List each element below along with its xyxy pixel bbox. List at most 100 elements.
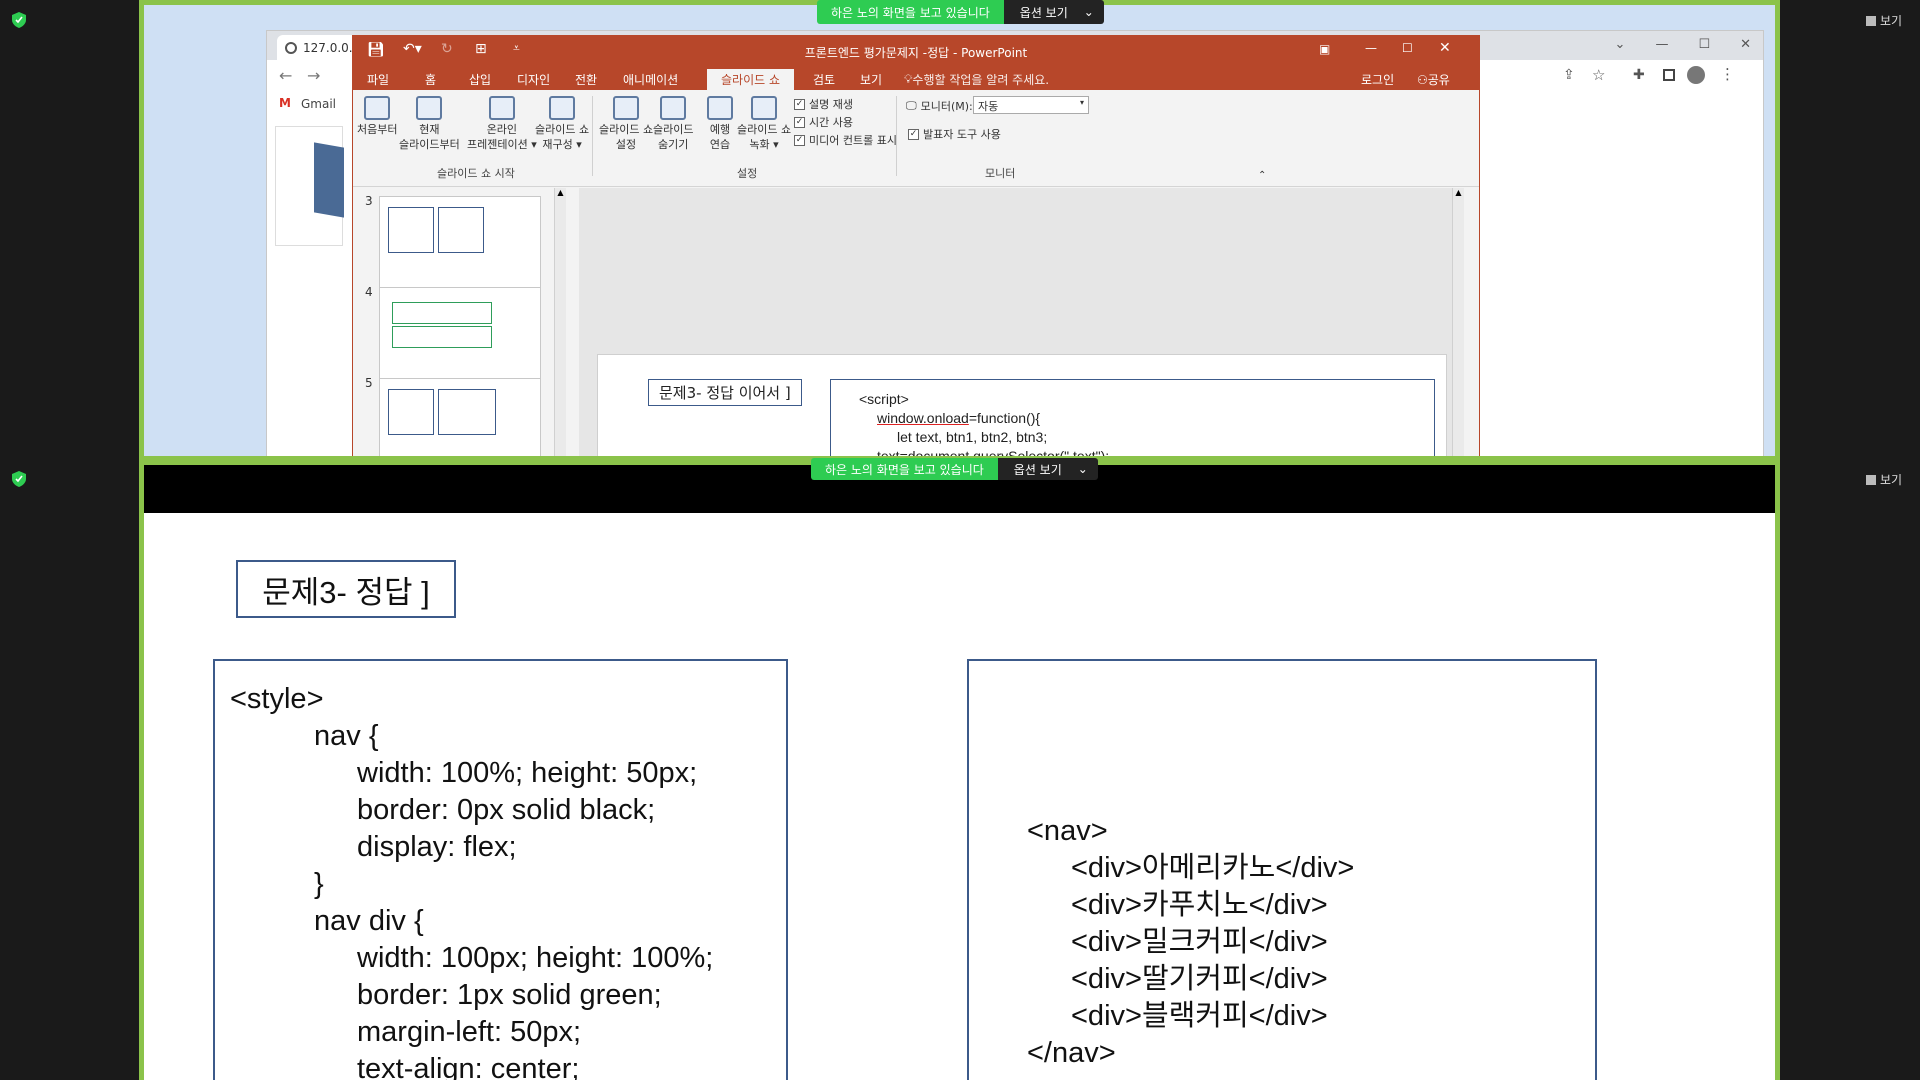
group-label-start: 슬라이드 쇼 시작 (437, 167, 515, 180)
slide-code-box: <script> window.onload=function(){ let t… (830, 379, 1435, 456)
slide-title-box: 문제3- 정답 이어서 ] (648, 379, 802, 406)
code-line: <div>카푸치노</div> (1071, 889, 1328, 921)
ribbon-label: 설정 (615, 138, 637, 151)
back-icon[interactable]: ← (279, 66, 292, 85)
options-button[interactable]: 옵션 보기 ⌄ (1003, 0, 1104, 24)
slide-canvas[interactable]: 문제3- 정답 이어서 ] <script> window.onload=fun… (597, 354, 1447, 456)
nav-code-box: <nav> <div>아메리카노</div> <div>카푸치노</div> <… (967, 659, 1597, 1080)
window-controls: ⌄ — ☐ ✕ (1615, 37, 1751, 52)
powerpoint-window: 💾︎ ↶▾ ↻ ⊞ ⩡ 프론트엔드 평가문제지 -정답 - PowerPoint… (352, 35, 1480, 456)
presenter-view-checkbox[interactable]: ✓ 발표자 도구 사용 (908, 126, 1001, 142)
options-button[interactable]: 옵션 보기 ⌄ (997, 458, 1098, 480)
current-slide-icon (416, 96, 443, 120)
rehearse-button[interactable]: 예행 연습 (707, 96, 733, 152)
code-line: text-align: center; (357, 1053, 580, 1080)
slide-thumbnail[interactable] (379, 287, 541, 379)
login-link[interactable]: 로그인 (1355, 69, 1400, 90)
ppt-minimize-button[interactable]: — (1365, 41, 1377, 55)
view-button[interactable]: 보기 (1866, 12, 1902, 29)
close-button[interactable]: ✕ (1740, 37, 1751, 52)
tab-review[interactable]: 검토 (807, 69, 841, 90)
ribbon-display-icon[interactable]: ▣ (1319, 42, 1330, 56)
bookmark-gmail[interactable]: Gmail (301, 97, 336, 111)
monitor-icon: 🖵︎ (906, 99, 917, 112)
lightbulb-icon: 💡︎ (904, 72, 913, 86)
extensions-icon[interactable]: ✚ (1633, 67, 1645, 83)
profile-icon[interactable] (1687, 66, 1705, 84)
code-line: <div>블랙커피</div> (1071, 1000, 1328, 1032)
thumb-box (438, 389, 496, 435)
online-present-button[interactable]: 온라인 프레젠테이션 ▾ (467, 96, 537, 152)
tell-me-box[interactable]: 💡︎ 수행할 작업을 알려 주세요. (898, 69, 1055, 90)
ribbon-label: 녹화 ▾ (749, 138, 779, 151)
group-divider (592, 96, 593, 176)
tab-design[interactable]: 디자인 (511, 69, 556, 90)
from-beginning-button[interactable]: 처음부터 (357, 96, 397, 137)
hide-slide-button[interactable]: 슬라이드 숨기기 (653, 96, 693, 152)
code-line: border: 1px solid green; (357, 979, 662, 1011)
view-label: 보기 (1880, 14, 1903, 28)
star-icon[interactable]: ☆ (1592, 66, 1605, 84)
collapse-ribbon-icon[interactable]: ⌃ (1258, 170, 1266, 181)
code-line: nav div { (314, 905, 424, 937)
editor-scrollbar[interactable]: ▲ (1452, 188, 1464, 456)
thumb-box (392, 326, 492, 348)
ribbon-label: 처음부터 (357, 123, 398, 136)
ribbon-label: 슬라이드 쇼 (599, 123, 654, 136)
from-current-button[interactable]: 현재 슬라이드부터 (399, 96, 460, 152)
page-image-card (275, 126, 344, 246)
tab-insert[interactable]: 삽입 (463, 69, 497, 90)
monitor-select[interactable]: 자동 ▾ (973, 96, 1089, 114)
scroll-up-icon[interactable]: ▲ (555, 188, 566, 197)
thumbnails-scrollbar[interactable]: ▲ (554, 188, 566, 456)
play-slide-icon (364, 96, 391, 120)
forward-icon[interactable]: → (307, 66, 320, 85)
view-button[interactable]: 보기 (1866, 471, 1902, 488)
group-label-setup: 설정 (737, 167, 758, 180)
tab-home[interactable]: 홈 (419, 69, 442, 90)
ribbon-label: 슬라이드 쇼 (535, 123, 590, 136)
tab-file[interactable]: 파일 (361, 69, 395, 90)
tab-animations[interactable]: 애니메이션 (617, 69, 684, 90)
slide-thumbnail[interactable] (379, 196, 541, 288)
gmail-icon: M (279, 96, 291, 110)
media-controls-checkbox[interactable]: ✓ 미디어 컨트롤 표시 (794, 132, 897, 148)
tab-transitions[interactable]: 전환 (569, 69, 603, 90)
play-narrations-checkbox[interactable]: ✓ 설명 재생 (794, 96, 853, 112)
custom-show-button[interactable]: 슬라이드 쇼 재구성 ▾ (535, 96, 589, 152)
browser-tab[interactable]: 127.0.0. (277, 35, 357, 60)
setup-show-button[interactable]: 슬라이드 쇼설정 (599, 96, 653, 152)
maximize-button[interactable]: ☐ (1698, 37, 1710, 52)
code-line: } (314, 868, 324, 900)
tab-slideshow[interactable]: 슬라이드 쇼 (707, 69, 795, 90)
slide-thumbnail[interactable] (379, 378, 541, 456)
ribbon-label: 슬라이드 (653, 123, 694, 136)
sidepanel-icon[interactable] (1663, 69, 1675, 81)
checkbox-checked: ✓ (794, 134, 805, 146)
use-timings-checkbox[interactable]: ✓ 시간 사용 (794, 114, 853, 130)
group-label-monitor: 모니터 (985, 167, 1016, 180)
checkbox-label: 설명 재생 (809, 98, 853, 111)
ppt-close-button[interactable]: ✕ (1439, 40, 1451, 56)
tab-view[interactable]: 보기 (854, 69, 888, 90)
share-page-icon[interactable]: ⇪ (1563, 67, 1575, 83)
code-line: border: 0px solid black; (357, 794, 656, 826)
options-label: 옵션 보기 (1019, 5, 1068, 20)
code-line: <div>밀크커피</div> (1071, 926, 1328, 958)
minimize-button[interactable]: — (1655, 37, 1668, 52)
record-show-button[interactable]: 슬라이드 쇼녹화 ▾ (737, 96, 791, 152)
code-line: width: 100px; height: 100%; (357, 942, 714, 974)
screen-share-notice: 하은 노의 화면을 보고 있습니다 옵션 보기 ⌄ (817, 0, 1104, 24)
ppt-maximize-button[interactable]: ☐ (1402, 41, 1413, 55)
share-button[interactable]: ⚇ 공유 (1411, 69, 1456, 90)
code-line: <nav> (1027, 815, 1108, 847)
thumbnail-number: 5 (365, 376, 373, 390)
code-line: <div>딸기커피</div> (1071, 963, 1328, 995)
scroll-up-icon[interactable]: ▲ (1453, 188, 1464, 197)
ribbon: 처음부터 현재 슬라이드부터 온라인 프레젠테이션 ▾ 슬라이드 쇼 재구성 ▾ 슬라… (353, 90, 1479, 187)
tab-search-icon[interactable]: ⌄ (1615, 37, 1626, 52)
checkbox-label: 미디어 컨트롤 표시 (809, 134, 897, 147)
ribbon-label: 슬라이드 쇼 (737, 123, 792, 136)
menu-icon[interactable]: ⋮ (1720, 65, 1735, 83)
monitor-setting: 🖵︎ 모니터(M): (906, 98, 973, 114)
